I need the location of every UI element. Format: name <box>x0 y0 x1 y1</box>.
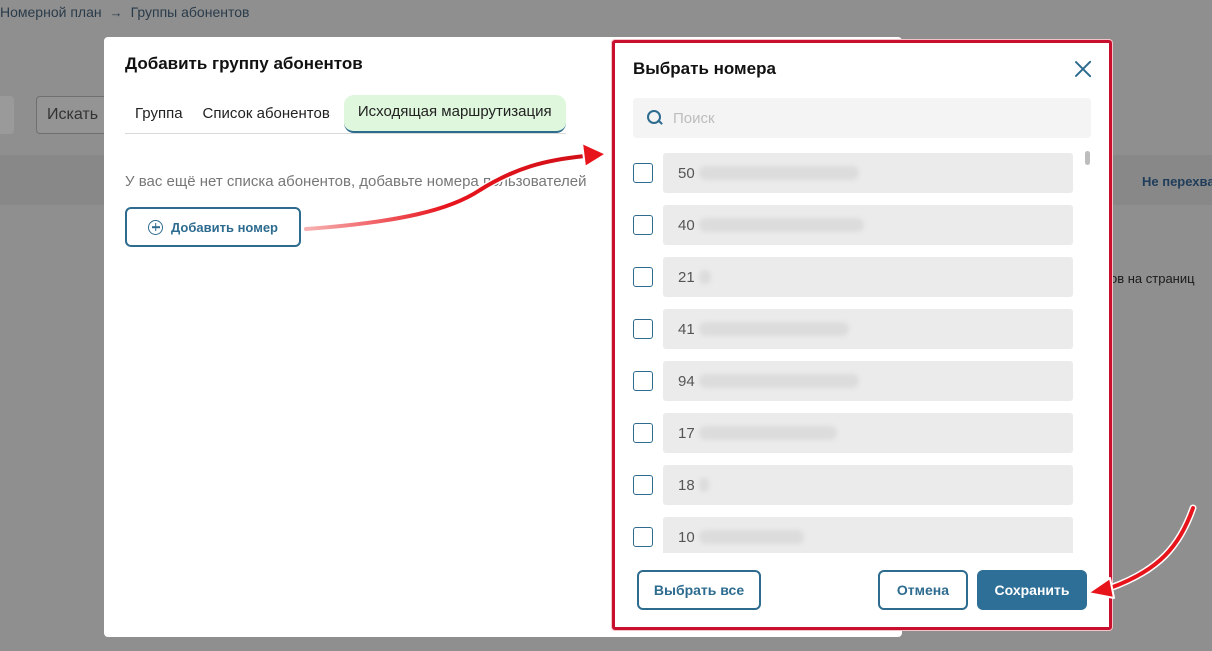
number-entry[interactable]: 18 <box>663 465 1073 505</box>
number-checkbox[interactable] <box>633 267 653 287</box>
number-entry[interactable]: 21 <box>663 257 1073 297</box>
breadcrumb: Номерной план → Группы абонентов <box>0 4 249 20</box>
number-value: 40 <box>678 216 695 234</box>
tab-subscriber-list[interactable]: Список абонентов <box>193 97 340 133</box>
select-all-button[interactable]: Выбрать все <box>637 570 761 610</box>
number-value: 50 <box>678 164 695 182</box>
number-checkbox[interactable] <box>633 423 653 443</box>
number-checkbox[interactable] <box>633 527 653 547</box>
background-button-stub <box>0 96 14 134</box>
number-checkbox[interactable] <box>633 319 653 339</box>
plus-circle-icon <box>148 219 163 235</box>
scrollbar-thumb[interactable] <box>1085 151 1090 165</box>
search-icon <box>647 110 663 126</box>
redacted-digits <box>698 218 864 232</box>
background-pagination-hint: ов на страниц <box>1110 271 1195 286</box>
modal-title: Добавить группу абонентов <box>125 54 363 73</box>
empty-list-message: У вас ещё нет списка абонентов, добавьте… <box>125 173 587 190</box>
number-checkbox[interactable] <box>633 215 653 235</box>
background-column-header: Не перехва <box>1142 174 1212 189</box>
list-item: 40 <box>633 205 1073 245</box>
redacted-digits <box>698 426 837 440</box>
redacted-digits <box>698 478 709 492</box>
breadcrumb-item-number-plan[interactable]: Номерной план <box>0 4 102 20</box>
close-icon[interactable] <box>1071 57 1095 81</box>
list-item: 21 <box>633 257 1073 297</box>
number-value: 10 <box>678 528 695 546</box>
number-value: 41 <box>678 320 695 338</box>
save-button[interactable]: Сохранить <box>977 570 1087 610</box>
list-item: 94 <box>633 361 1073 401</box>
list-item: 10 <box>633 517 1073 553</box>
list-item: 18 <box>633 465 1073 505</box>
tab-outgoing-routing[interactable]: Исходящая маршрутизация <box>343 95 566 133</box>
search-input[interactable] <box>673 109 1053 127</box>
redacted-digits <box>698 270 711 284</box>
breadcrumb-item-groups[interactable]: Группы абонентов <box>131 4 250 20</box>
modal-tabs: Группа Список абонентов Исходящая маршру… <box>125 95 566 134</box>
number-value: 21 <box>678 268 695 286</box>
number-checkbox[interactable] <box>633 163 653 183</box>
number-entry[interactable]: 41 <box>663 309 1073 349</box>
list-item: 50 <box>633 153 1073 193</box>
number-checkbox[interactable] <box>633 475 653 495</box>
add-number-label: Добавить номер <box>171 219 278 235</box>
number-value: 17 <box>678 424 695 442</box>
list-item: 41 <box>633 309 1073 349</box>
breadcrumb-arrow-icon: → <box>109 4 123 20</box>
number-entry[interactable]: 10 <box>663 517 1073 553</box>
number-entry[interactable]: 94 <box>663 361 1073 401</box>
tab-group[interactable]: Группа <box>125 97 193 133</box>
select-numbers-modal: Выбрать номера 50 40 21 41 94 17 <box>612 40 1112 630</box>
list-item: 17 <box>633 413 1073 453</box>
redacted-digits <box>698 322 849 336</box>
number-value: 94 <box>678 372 695 390</box>
number-entry[interactable]: 17 <box>663 413 1073 453</box>
number-entry[interactable]: 40 <box>663 205 1073 245</box>
number-entry[interactable]: 50 <box>663 153 1073 193</box>
redacted-digits <box>698 166 859 180</box>
number-checkbox[interactable] <box>633 371 653 391</box>
numbers-list: 50 40 21 41 94 17 18 10 <box>633 153 1095 553</box>
add-number-button[interactable]: Добавить номер <box>125 207 301 247</box>
search-field[interactable] <box>633 98 1091 138</box>
list-scrollbar[interactable] <box>1083 151 1091 553</box>
redacted-digits <box>698 374 859 388</box>
cancel-button[interactable]: Отмена <box>878 570 968 610</box>
redacted-digits <box>698 530 804 544</box>
select-modal-title: Выбрать номера <box>633 59 776 78</box>
number-value: 18 <box>678 476 695 494</box>
